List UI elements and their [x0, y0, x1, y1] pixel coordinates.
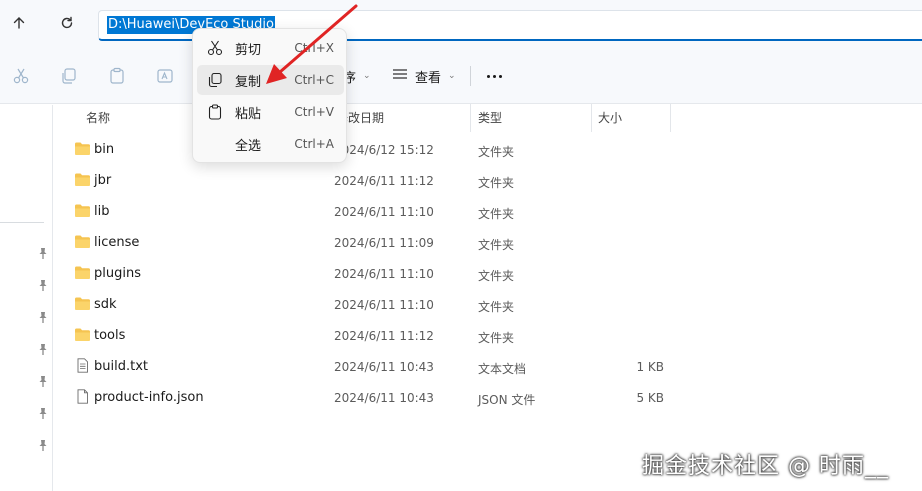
file-type: 文件夹 [478, 331, 515, 345]
file-date: 2024/6/11 10:43 [334, 360, 434, 374]
chevron-down-icon: ⌄ [448, 71, 456, 81]
column-header-name[interactable]: 名称 [86, 109, 110, 126]
cut-toolbar-icon[interactable] [11, 66, 31, 86]
column-divider[interactable] [670, 104, 671, 132]
file-name: plugins [94, 266, 141, 281]
file-date: 2024/6/12 15:12 [334, 143, 434, 157]
menu-item-paste[interactable]: 粘贴 Ctrl+V [197, 97, 344, 127]
file-name: bin [94, 142, 115, 157]
toolbar-divider [470, 66, 471, 86]
up-arrow-icon[interactable] [8, 12, 30, 34]
copy-toolbar-icon[interactable] [59, 66, 79, 86]
scissors-icon [207, 40, 223, 56]
folder-icon [75, 173, 90, 186]
file-list-header: 名称 修改日期 类型 大小 [54, 104, 922, 132]
table-row[interactable]: tools 2024/6/11 11:12 文件夹 [54, 320, 922, 351]
view-button[interactable]: 查看 ⌄ [392, 64, 456, 88]
menu-item-shortcut: Ctrl+X [294, 41, 334, 55]
file-date: 2024/6/11 11:10 [334, 298, 434, 312]
text-file-icon [77, 358, 88, 373]
column-header-type[interactable]: 类型 [478, 109, 502, 126]
menu-item-cut[interactable]: 剪切 Ctrl+X [197, 33, 344, 63]
pin-icon[interactable] [36, 407, 50, 421]
folder-icon [75, 297, 90, 310]
pin-icon[interactable] [36, 439, 50, 453]
address-bar-area: D:\Huawei\DevEco Studio [0, 0, 922, 48]
menu-item-copy[interactable]: 复制 Ctrl+C [197, 65, 344, 95]
command-bar: 序 ⌄ 查看 ⌄ [0, 48, 922, 104]
file-size: 1 KB [636, 360, 664, 374]
column-divider[interactable] [591, 104, 592, 132]
column-divider[interactable] [470, 104, 471, 132]
folder-icon [75, 328, 90, 341]
file-icon [77, 389, 88, 404]
table-row[interactable]: build.txt 2024/6/11 10:43 文本文档 1 KB [54, 351, 922, 382]
file-size: 5 KB [636, 391, 664, 405]
pin-icon[interactable] [36, 311, 50, 325]
file-name: tools [94, 328, 126, 343]
file-date: 2024/6/11 11:10 [334, 267, 434, 281]
table-row[interactable]: product-info.json 2024/6/11 10:43 JSON 文… [54, 382, 922, 413]
refresh-icon[interactable] [56, 12, 78, 34]
menu-item-shortcut: Ctrl+C [294, 73, 334, 87]
table-row[interactable]: plugins 2024/6/11 11:10 文件夹 [54, 258, 922, 289]
rename-toolbar-icon[interactable] [155, 66, 175, 86]
menu-item-shortcut: Ctrl+V [294, 105, 334, 119]
file-type: 文本文档 [478, 362, 527, 376]
menu-item-shortcut: Ctrl+A [294, 137, 334, 151]
paste-toolbar-icon[interactable] [107, 66, 127, 86]
file-name: license [94, 235, 140, 250]
sort-button[interactable]: 序 ⌄ [343, 64, 371, 88]
file-type: 文件夹 [478, 238, 515, 252]
pin-icon[interactable] [36, 279, 50, 293]
folder-icon [75, 142, 90, 155]
chevron-down-icon: ⌄ [363, 71, 371, 81]
file-type: 文件夹 [478, 145, 515, 159]
table-row[interactable]: lib 2024/6/11 11:10 文件夹 [54, 196, 922, 227]
menu-item-select-all[interactable]: 全选 Ctrl+A [197, 129, 344, 159]
folder-icon [75, 266, 90, 279]
watermark: 掘金技术社区 @ 时雨__ [642, 454, 889, 479]
view-label: 查看 [415, 70, 442, 86]
menu-item-label: 粘贴 [235, 107, 262, 122]
menu-item-label: 复制 [235, 75, 262, 90]
menu-item-label: 剪切 [235, 43, 262, 58]
file-type: 文件夹 [478, 207, 515, 221]
file-type: JSON 文件 [478, 393, 536, 407]
column-header-size[interactable]: 大小 [598, 109, 622, 126]
navigation-pane: ‹ [0, 105, 53, 491]
file-date: 2024/6/11 11:10 [334, 205, 434, 219]
file-name: jbr [94, 173, 112, 188]
nav-divider [0, 222, 44, 223]
file-date: 2024/6/11 11:09 [334, 236, 434, 250]
file-name: lib [94, 204, 110, 219]
file-date: 2024/6/11 11:12 [334, 174, 434, 188]
file-type: 文件夹 [478, 269, 515, 283]
pin-icon[interactable] [36, 247, 50, 261]
file-name: sdk [94, 297, 117, 312]
folder-icon [75, 235, 90, 248]
view-lines-icon [392, 67, 408, 85]
paste-icon [208, 104, 222, 120]
table-row[interactable]: sdk 2024/6/11 11:10 文件夹 [54, 289, 922, 320]
more-options-icon[interactable] [484, 66, 504, 86]
table-row[interactable]: bin 2024/6/12 15:12 文件夹 [54, 134, 922, 165]
file-name: build.txt [94, 359, 148, 374]
folder-icon [75, 204, 90, 217]
file-date: 2024/6/11 11:12 [334, 329, 434, 343]
file-name: product-info.json [94, 390, 204, 405]
file-type: 文件夹 [478, 300, 515, 314]
collapse-caret-icon[interactable]: ‹ [0, 175, 1, 191]
context-menu: 剪切 Ctrl+X 复制 Ctrl+C 粘贴 Ctrl+V 全选 Ctrl+A [192, 28, 347, 163]
file-date: 2024/6/11 10:43 [334, 391, 434, 405]
file-type: 文件夹 [478, 176, 515, 190]
pin-icon[interactable] [36, 375, 50, 389]
menu-item-label: 全选 [235, 139, 262, 154]
copy-icon [208, 72, 222, 88]
table-row[interactable]: jbr 2024/6/11 11:12 文件夹 [54, 165, 922, 196]
table-row[interactable]: license 2024/6/11 11:09 文件夹 [54, 227, 922, 258]
pin-icon[interactable] [36, 343, 50, 357]
